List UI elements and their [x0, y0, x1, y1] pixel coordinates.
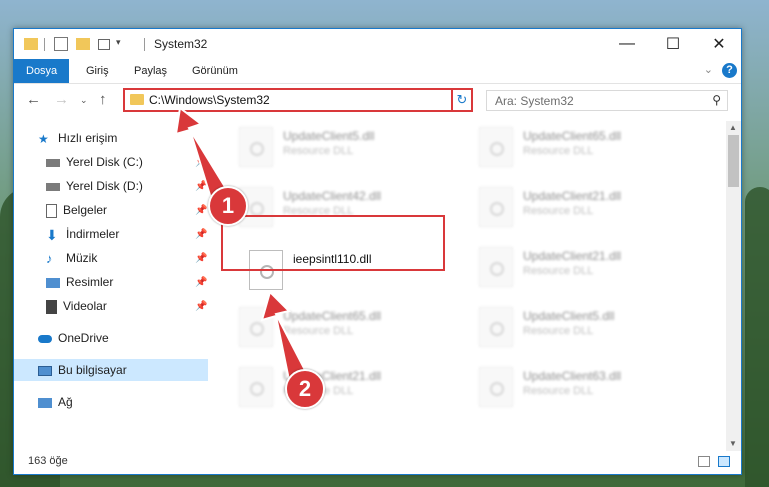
arrow-to-file [260, 290, 307, 382]
step-2-badge: 2 [285, 369, 325, 409]
annotation-arrows [174, 106, 307, 382]
step-1-badge: 1 [208, 186, 248, 226]
